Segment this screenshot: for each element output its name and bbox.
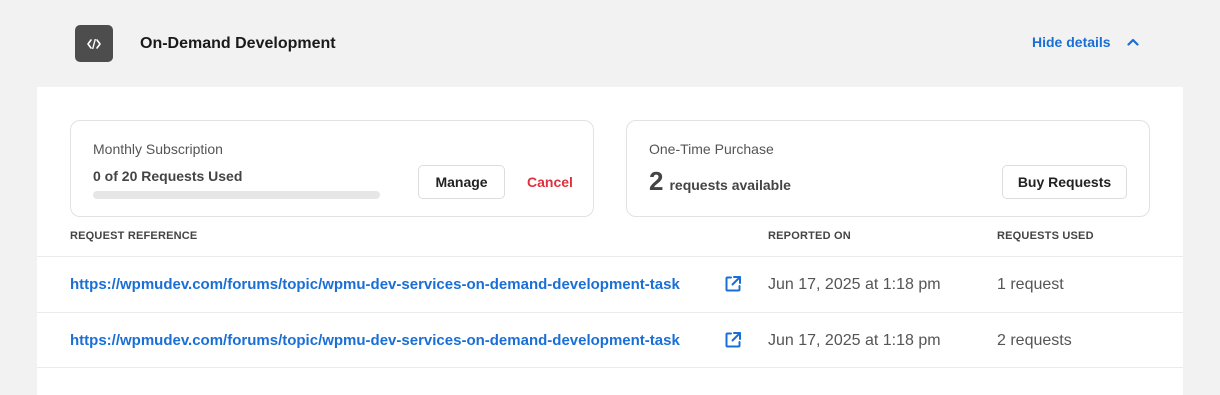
reported-on: Jun 17, 2025 at 1:18 pm [768, 276, 941, 293]
requests-used: 2 requests [997, 332, 1072, 349]
reported-on: Jun 17, 2025 at 1:18 pm [768, 332, 941, 349]
table-row: https://wpmudev.com/forums/topic/wpmu-de… [37, 312, 1183, 368]
requests-available: 2 requests available [649, 166, 791, 197]
details-panel: Monthly Subscription 0 of 20 Requests Us… [37, 87, 1183, 395]
one-time-title: One-Time Purchase [649, 141, 774, 157]
subscription-title: Monthly Subscription [93, 141, 223, 157]
requests-used-text: 0 of 20 Requests Used [93, 168, 243, 184]
buy-requests-button[interactable]: Buy Requests [1002, 165, 1127, 199]
table-divider [37, 367, 1183, 368]
column-header-used: REQUESTS USED [997, 230, 1094, 242]
manage-button[interactable]: Manage [418, 165, 505, 199]
column-header-reported: REPORTED ON [768, 230, 851, 242]
request-reference-link[interactable]: https://wpmudev.com/forums/topic/wpmu-de… [70, 276, 718, 293]
request-reference-link[interactable]: https://wpmudev.com/forums/topic/wpmu-de… [70, 332, 718, 349]
cancel-button[interactable]: Cancel [527, 174, 573, 190]
section-header: On-Demand Development Hide details [0, 0, 1220, 87]
requests-available-count: 2 [649, 166, 664, 196]
monthly-subscription-card: Monthly Subscription 0 of 20 Requests Us… [70, 120, 594, 217]
chevron-up-icon[interactable] [1126, 38, 1139, 46]
section-title: On-Demand Development [140, 35, 336, 52]
requests-used: 1 request [997, 276, 1064, 293]
code-icon [75, 25, 113, 62]
external-link-icon[interactable] [724, 331, 742, 349]
table-row: https://wpmudev.com/forums/topic/wpmu-de… [37, 256, 1183, 312]
column-header-reference: REQUEST REFERENCE [70, 230, 198, 242]
external-link-icon[interactable] [724, 275, 742, 293]
hide-details-toggle[interactable]: Hide details [1032, 34, 1139, 50]
requests-available-label: requests available [669, 177, 791, 193]
one-time-purchase-card: One-Time Purchase 2 requests available B… [626, 120, 1150, 217]
usage-progress-bar [93, 191, 380, 199]
hide-details-label[interactable]: Hide details [1032, 34, 1111, 50]
